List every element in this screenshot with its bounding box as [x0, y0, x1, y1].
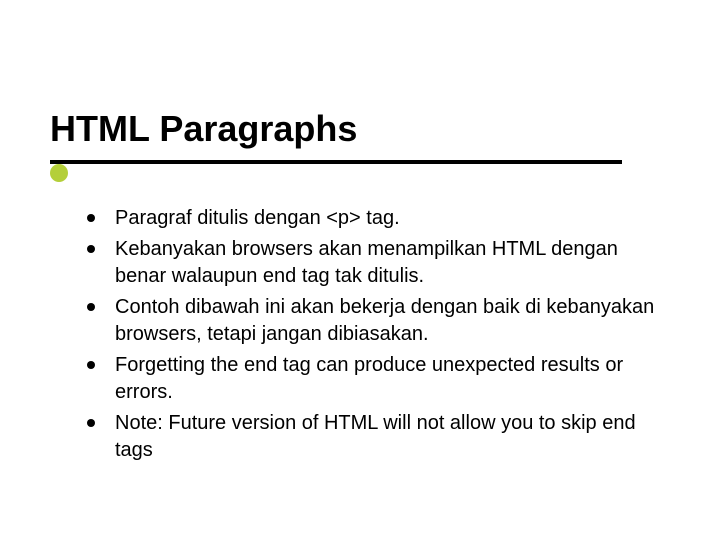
bullet-icon [87, 419, 95, 427]
list-item-text: Kebanyakan browsers akan menampilkan HTM… [115, 238, 618, 287]
bullet-icon [87, 214, 95, 222]
title-underline [50, 160, 622, 164]
accent-dot-icon [50, 164, 68, 182]
bullet-icon [87, 303, 95, 311]
list-item-text: Forgetting the end tag can produce unexp… [115, 354, 623, 403]
list-item-text: Paragraf ditulis dengan <p> tag. [115, 207, 400, 229]
list-item-text: Note: Future version of HTML will not al… [115, 412, 636, 461]
bullet-icon [87, 361, 95, 369]
list-item-text: Contoh dibawah ini akan bekerja dengan b… [115, 296, 654, 345]
slide: HTML Paragraphs Paragraf ditulis dengan … [0, 0, 720, 540]
list-item: Paragraf ditulis dengan <p> tag. [115, 205, 655, 232]
slide-title: HTML Paragraphs [50, 108, 357, 150]
list-item: Forgetting the end tag can produce unexp… [115, 352, 655, 406]
list-item: Note: Future version of HTML will not al… [115, 410, 655, 464]
list-item: Contoh dibawah ini akan bekerja dengan b… [115, 294, 655, 348]
list-item: Kebanyakan browsers akan menampilkan HTM… [115, 236, 655, 290]
bullet-list: Paragraf ditulis dengan <p> tag. Kebanya… [115, 205, 655, 468]
bullet-icon [87, 245, 95, 253]
